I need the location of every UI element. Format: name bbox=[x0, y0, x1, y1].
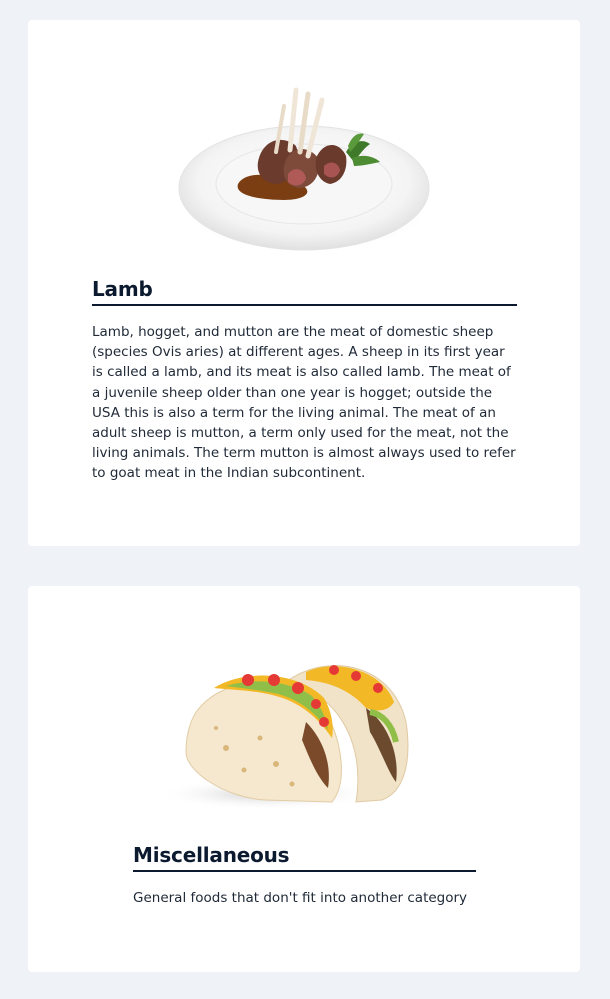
lamb-chops-plate-image bbox=[178, 87, 432, 252]
card-description: General foods that don't fit into anothe… bbox=[133, 890, 468, 906]
card-text-block: Miscellaneous General foods that don't f… bbox=[133, 842, 476, 908]
tacos-image bbox=[156, 665, 409, 810]
category-card-lamb[interactable]: Lamb Lamb, hogget, and mutton are the me… bbox=[28, 20, 580, 546]
card-text-block: Lamb Lamb, hogget, and mutton are the me… bbox=[92, 276, 517, 484]
card-description: Lamb, hogget, and mutton are the meat of… bbox=[92, 324, 516, 482]
category-card-miscellaneous[interactable]: Miscellaneous General foods that don't f… bbox=[28, 586, 580, 972]
card-title[interactable]: Miscellaneous bbox=[133, 842, 476, 872]
card-title[interactable]: Lamb bbox=[92, 276, 517, 306]
